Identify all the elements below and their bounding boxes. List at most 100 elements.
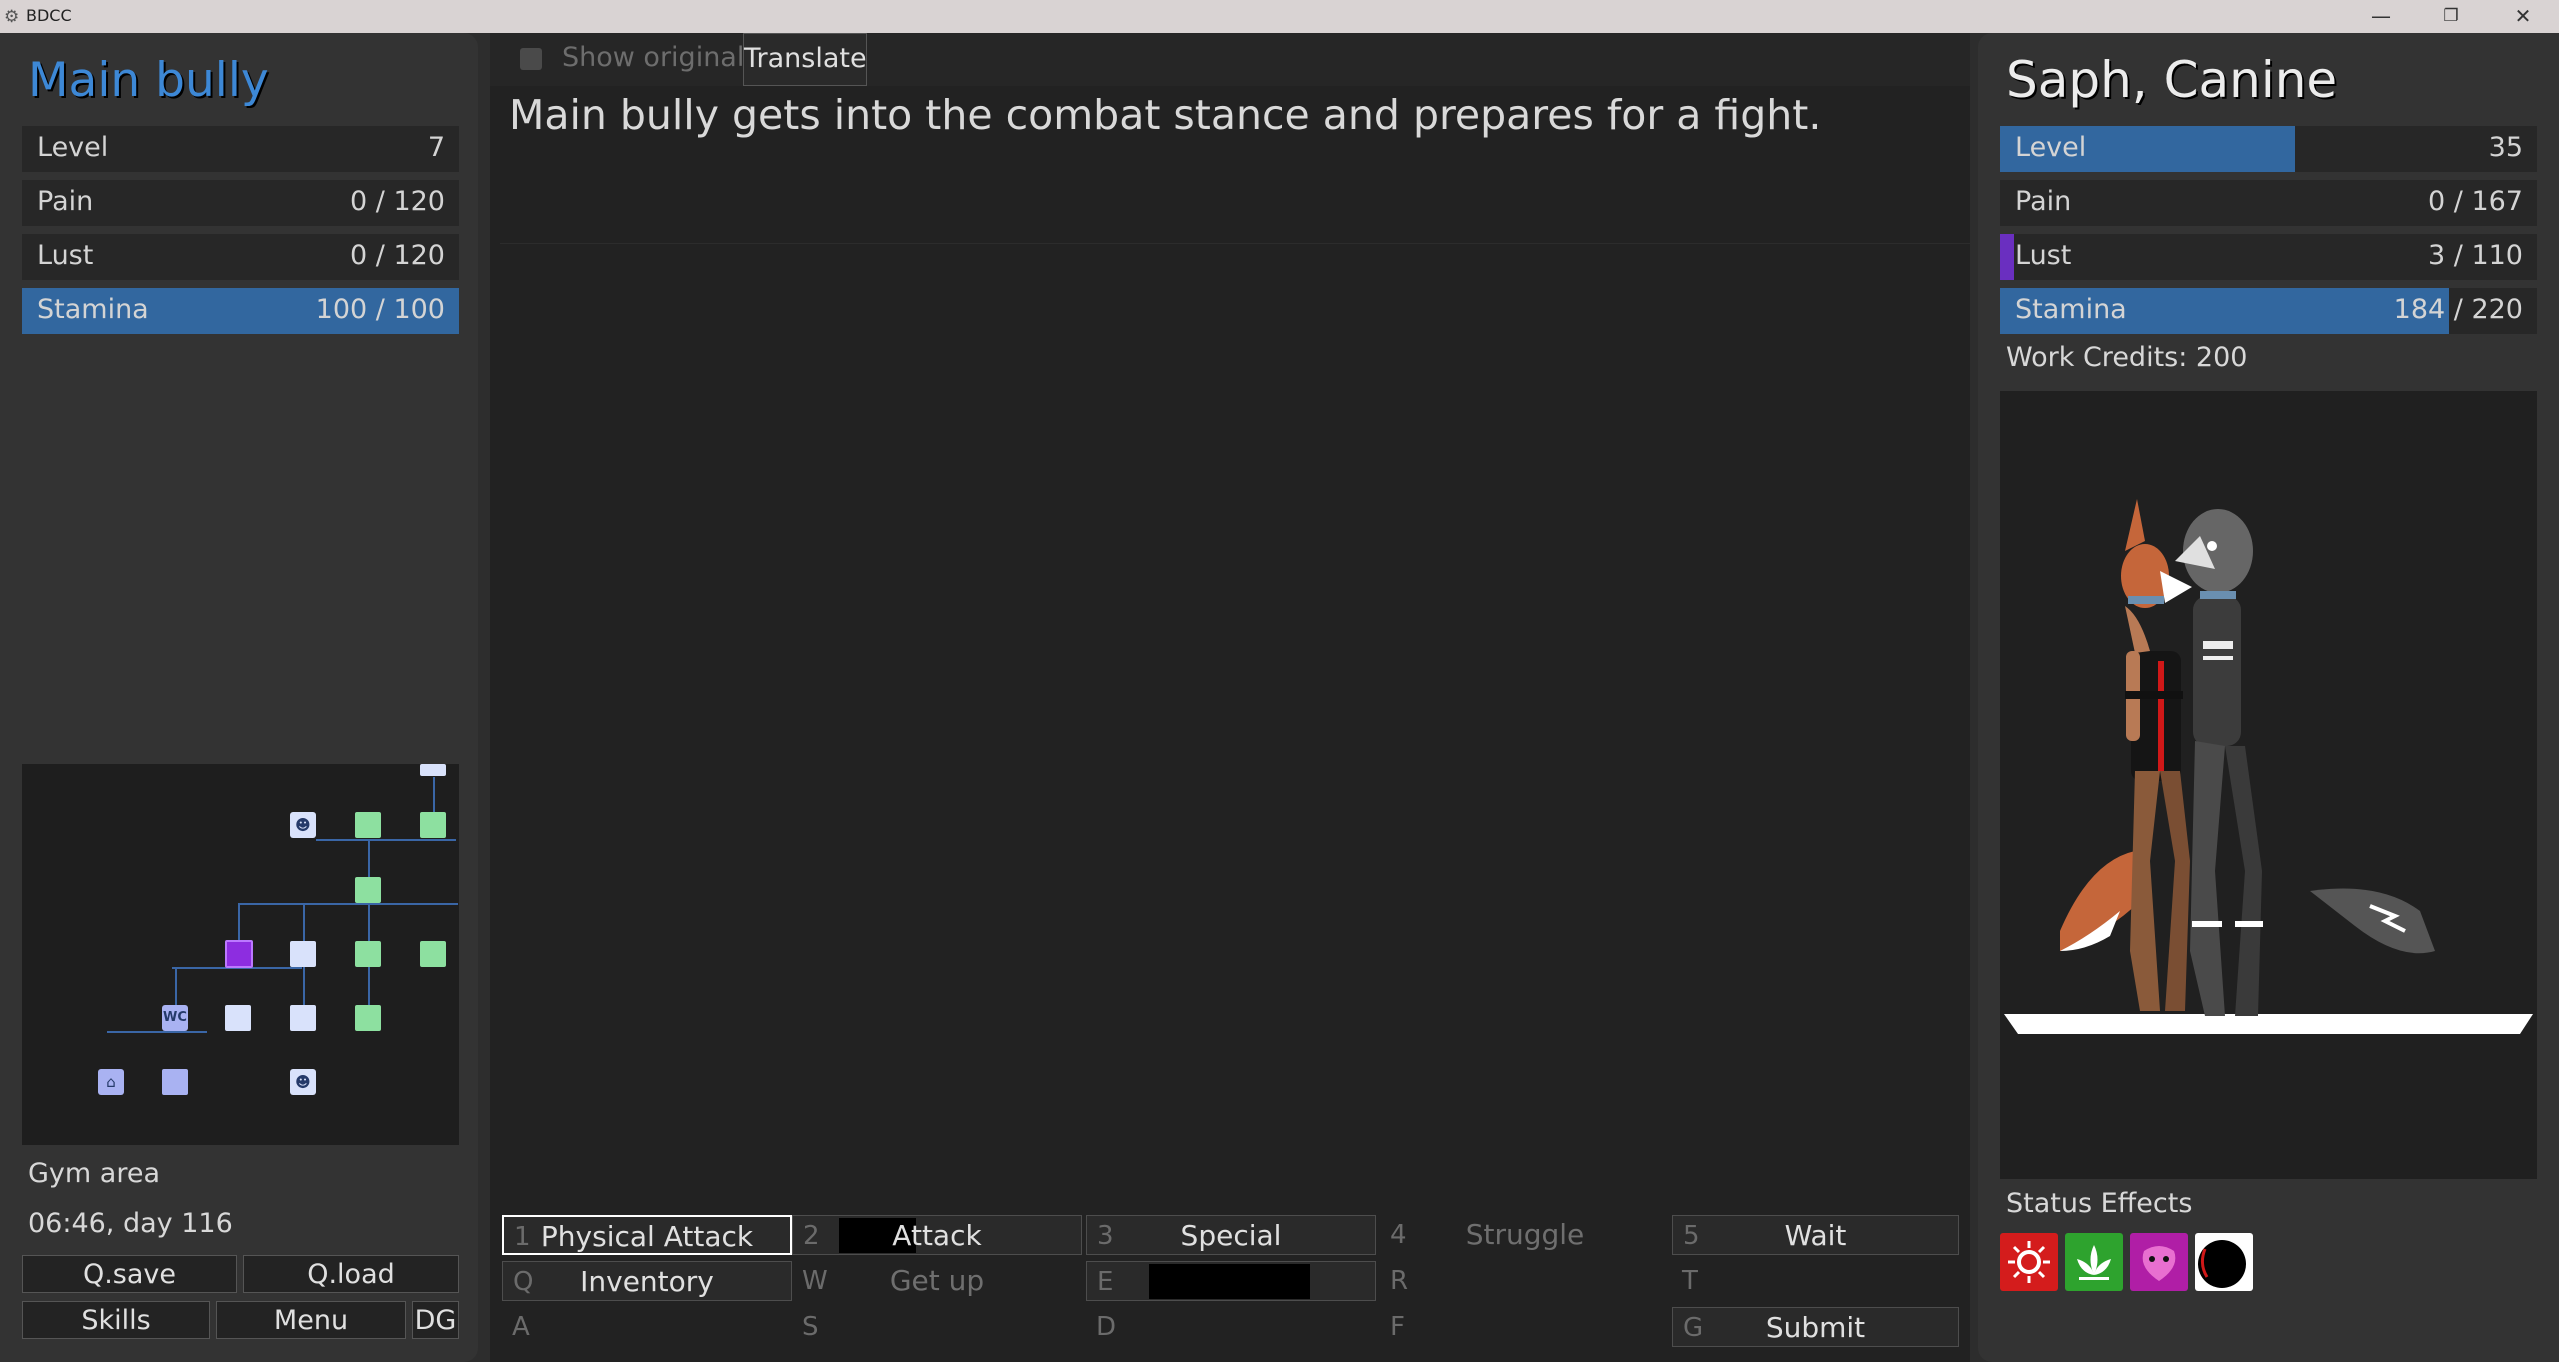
map-room (290, 1005, 316, 1031)
translate-button[interactable]: Translate (743, 33, 867, 86)
divider (500, 243, 1970, 244)
level-label: Level (2015, 132, 2087, 163)
restore-icon[interactable]: ❐ (2428, 0, 2474, 33)
map-room (420, 941, 446, 967)
map-room (290, 941, 316, 967)
opp-lust-stat: Lust 3 / 110 (2000, 234, 2537, 280)
gear-icon: ⚙ (4, 7, 20, 27)
hotkey-label: S (802, 1312, 819, 1342)
stamina-stat: Stamina 100 / 100 (22, 288, 459, 334)
pain-stat: Pain 0 / 120 (22, 180, 459, 226)
stamina-value: 184 / 220 (2393, 294, 2523, 325)
minimap[interactable]: ☻ WC ⌂ ☻ (22, 764, 459, 1145)
action-wait[interactable]: 5 Wait (1672, 1215, 1959, 1255)
window-title: BDCC (26, 6, 72, 25)
lust-value: 3 / 110 (2428, 240, 2523, 271)
hotkey-label: D (1096, 1312, 1117, 1342)
characters-illustration (2004, 499, 2533, 1034)
opp-stamina-stat: Stamina 184 / 220 (2000, 288, 2537, 334)
level-value: 35 (2488, 132, 2523, 163)
action-label: Submit (1765, 1311, 1866, 1344)
skills-button[interactable]: Skills (22, 1301, 210, 1339)
close-icon[interactable]: ✕ (2500, 0, 2546, 33)
translate-bar: Show original Translate (490, 33, 1970, 86)
time-label: 06:46, day 116 (28, 1208, 233, 1239)
stamina-label: Stamina (37, 294, 149, 325)
map-room (420, 764, 446, 776)
pain-value: 0 / 120 (350, 186, 445, 217)
minimize-icon[interactable]: — (2358, 0, 2404, 33)
show-original-label: Show original (562, 42, 745, 73)
action-attack[interactable]: 2 Attack (792, 1215, 1082, 1255)
hotkey-label: R (1390, 1266, 1409, 1296)
map-person-icon: ☻ (290, 812, 316, 838)
map-room (355, 941, 381, 967)
action-a-slot: A (502, 1307, 792, 1347)
fox-character (2060, 499, 2192, 1011)
pain-label: Pain (2015, 186, 2072, 217)
action-submit[interactable]: G Submit (1672, 1307, 1959, 1347)
menu-button[interactable]: Menu (216, 1301, 406, 1339)
pain-label: Pain (37, 186, 94, 217)
action-label: Inventory (580, 1265, 714, 1298)
opp-pain-stat: Pain 0 / 167 (2000, 180, 2537, 226)
player-panel: Main bully Level 7 Pain 0 / 120 Lust 0 /… (0, 33, 478, 1362)
main-content: Show original Translate Main bully gets … (490, 33, 1970, 1362)
lust-stat: Lust 0 / 120 (22, 234, 459, 280)
red-burst-icon[interactable] (2000, 1233, 2058, 1291)
level-value: 7 (427, 132, 445, 163)
title-bar: ⚙ BDCC — ❐ ✕ (0, 0, 2559, 33)
map-room (355, 1005, 381, 1031)
map-room (355, 812, 381, 838)
action-label: Wait (1784, 1219, 1847, 1252)
map-person-icon: ☻ (290, 1069, 316, 1095)
player-name: Main bully (28, 53, 269, 108)
lust-label: Lust (2015, 240, 2072, 271)
map-room (225, 1005, 251, 1031)
map-player-room (225, 940, 253, 968)
hotkey-label: T (1682, 1266, 1698, 1296)
pink-creature-icon[interactable] (2130, 1233, 2188, 1291)
action-label: Attack (892, 1219, 982, 1252)
map-room (420, 812, 446, 838)
redacted-box (1149, 1264, 1310, 1299)
action-s-slot: S (792, 1307, 1082, 1347)
quickload-button[interactable]: Q.load (243, 1255, 459, 1293)
action-get-up: W Get up (792, 1261, 1082, 1301)
character-portrait (2000, 391, 2537, 1179)
action-label: Get up (889, 1264, 985, 1297)
status-effects-title: Status Effects (2006, 1188, 2193, 1219)
dg-button[interactable]: DG (412, 1301, 459, 1339)
level-label: Level (37, 132, 109, 163)
story-text: Main bully gets into the combat stance a… (509, 91, 1822, 139)
action-label: Struggle (1465, 1218, 1585, 1251)
action-r-slot: R (1380, 1261, 1670, 1301)
lotus-icon[interactable] (2065, 1233, 2123, 1291)
wolf-character (2175, 509, 2435, 1016)
action-e-slot[interactable]: E (1086, 1261, 1376, 1301)
action-special[interactable]: 3 Special (1086, 1215, 1376, 1255)
location-label: Gym area (28, 1158, 160, 1189)
map-wc-icon: WC (162, 1005, 188, 1031)
black-orb-icon[interactable] (2195, 1233, 2253, 1291)
show-original-checkbox[interactable] (520, 48, 542, 70)
action-inventory[interactable]: Q Inventory (502, 1261, 792, 1301)
hotkey-label: A (512, 1312, 530, 1342)
map-room (355, 877, 381, 903)
pain-value: 0 / 167 (2428, 186, 2523, 217)
action-physical-attack[interactable]: 1 Physical Attack (502, 1215, 792, 1255)
action-d-slot: D (1086, 1307, 1376, 1347)
action-struggle: 4 Struggle (1380, 1215, 1670, 1255)
stamina-value: 100 / 100 (315, 294, 445, 325)
level-stat: Level 7 (22, 126, 459, 172)
action-label: Special (1180, 1219, 1282, 1252)
lust-label: Lust (37, 240, 94, 271)
opponent-name: Saph, Canine (2006, 51, 2338, 109)
map-stairs-icon: ⌂ (98, 1069, 124, 1095)
opponent-panel: Saph, Canine Level 35 Pain 0 / 167 Lust … (1978, 33, 2559, 1362)
action-label: Physical Attack (540, 1220, 754, 1253)
quicksave-button[interactable]: Q.save (22, 1255, 237, 1293)
map-room (162, 1069, 188, 1095)
lust-value: 0 / 120 (350, 240, 445, 271)
stamina-label: Stamina (2015, 294, 2127, 325)
